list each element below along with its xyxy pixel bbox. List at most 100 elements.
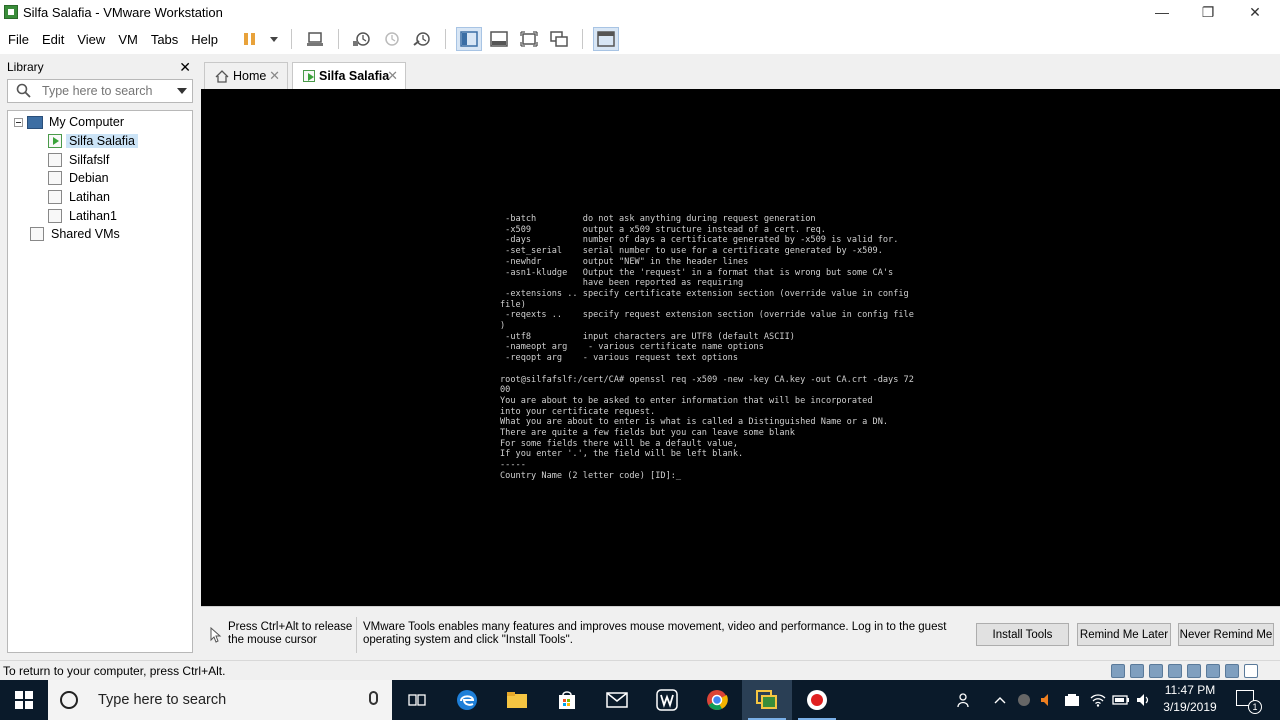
- install-tools-button[interactable]: Install Tools: [976, 623, 1069, 646]
- collapse-icon[interactable]: [14, 117, 23, 127]
- terminal-line: -set_serial serial number to use for a c…: [500, 246, 883, 257]
- mail-icon[interactable]: [592, 680, 642, 720]
- terminal-line: -utf8 input characters are UTF8 (default…: [500, 331, 795, 342]
- menu-vm[interactable]: VM: [113, 32, 143, 47]
- cortana-icon: [60, 691, 78, 709]
- taskbar-clock[interactable]: 11:47 PM 3/19/2019: [1150, 682, 1230, 716]
- terminal-line: -----: [500, 460, 526, 471]
- snapshot-icon[interactable]: [349, 27, 375, 51]
- tray-network-app-icon[interactable]: [1062, 680, 1082, 720]
- vm-console[interactable]: -batch do not ask anything during reques…: [201, 89, 1280, 606]
- start-button[interactable]: [0, 680, 48, 720]
- status-text: To return to your computer, press Ctrl+A…: [3, 664, 226, 678]
- unity-icon[interactable]: [546, 27, 572, 51]
- menu-file[interactable]: File: [3, 32, 34, 47]
- library-tree: My Computer Silfa Salafia Silfafslf Debi…: [7, 110, 193, 653]
- terminal-output: -batch do not ask anything during reques…: [500, 214, 914, 482]
- tree-label: Silfa Salafia: [66, 134, 139, 148]
- tree-item-vm[interactable]: Silfafslf: [48, 151, 112, 169]
- windows-logo-icon: [15, 691, 33, 709]
- maximize-button[interactable]: ❐: [1185, 0, 1231, 24]
- people-icon[interactable]: [954, 680, 976, 720]
- snapshot-manager-icon[interactable]: [409, 27, 435, 51]
- tree-label: Latihan: [69, 190, 111, 204]
- sound-card-icon[interactable]: [1187, 664, 1201, 678]
- tree-label: Silfafslf: [69, 153, 110, 167]
- terminal-line: If you enter '.', the field will be left…: [500, 449, 744, 460]
- never-remind-button[interactable]: Never Remind Me: [1178, 623, 1274, 646]
- library-search-input[interactable]: [42, 84, 162, 98]
- tree-item-vm[interactable]: Latihan: [48, 188, 113, 206]
- tray-volume-alert-icon[interactable]: [1036, 680, 1056, 720]
- remind-later-button[interactable]: Remind Me Later: [1077, 623, 1171, 646]
- tab-strip: Home ✕ Silfa Salafia ✕: [200, 62, 1280, 89]
- tray-app-icon[interactable]: [1014, 680, 1034, 720]
- microphone-icon[interactable]: [369, 691, 378, 705]
- terminal-line: -newhdr output "NEW" in the header lines: [500, 256, 749, 267]
- show-library-icon[interactable]: [456, 27, 483, 51]
- terminal-line: root@silfafslf:/cert/CA# openssl req -x5…: [500, 374, 914, 385]
- send-ctrl-alt-del-icon[interactable]: [302, 27, 328, 51]
- chrome-icon[interactable]: [692, 680, 742, 720]
- tree-label: My Computer: [49, 115, 125, 129]
- release-mouse-hint: Press Ctrl+Alt to release the mouse curs…: [228, 621, 353, 646]
- printer-icon[interactable]: [1206, 664, 1220, 678]
- minimize-button[interactable]: —: [1139, 0, 1185, 24]
- edge-icon[interactable]: [442, 680, 492, 720]
- dropdown-arrow-icon[interactable]: [267, 27, 281, 51]
- network-adapter-icon[interactable]: [1149, 664, 1163, 678]
- taskbar-search-box[interactable]: Type here to search: [48, 680, 392, 720]
- terminal-line: There are quite a few fields but you can…: [500, 428, 795, 439]
- usb-icon[interactable]: [1168, 664, 1182, 678]
- close-library-icon[interactable]: ✕: [179, 59, 191, 76]
- hard-disk-icon[interactable]: [1111, 664, 1125, 678]
- menu-help[interactable]: Help: [186, 32, 223, 47]
- home-icon: [215, 69, 229, 83]
- wattpad-icon[interactable]: [642, 680, 692, 720]
- window-title: Silfa Salafia - VMware Workstation: [23, 4, 223, 20]
- tree-item-vm[interactable]: Latihan1: [48, 207, 120, 225]
- full-screen-icon[interactable]: [516, 27, 542, 51]
- tree-item-my-computer[interactable]: My Computer: [14, 113, 127, 131]
- message-log-icon[interactable]: [1244, 664, 1258, 678]
- tab-vm[interactable]: Silfa Salafia ✕: [292, 62, 406, 89]
- terminal-line: -reqexts .. specify request extension se…: [500, 310, 914, 321]
- battery-icon[interactable]: [1110, 680, 1132, 720]
- menu-view[interactable]: View: [72, 32, 110, 47]
- vm-icon: [48, 209, 62, 223]
- menu-tabs[interactable]: Tabs: [146, 32, 183, 47]
- vmware-tools-banner: Press Ctrl+Alt to release the mouse curs…: [201, 606, 1280, 660]
- vmware-icon[interactable]: [742, 680, 792, 720]
- terminal-line: For some fields there will be a default …: [500, 438, 738, 449]
- vm-icon: [48, 153, 62, 167]
- display-icon[interactable]: [1225, 664, 1239, 678]
- tree-item-vm[interactable]: Silfa Salafia: [48, 132, 139, 150]
- store-icon[interactable]: [542, 680, 592, 720]
- tab-home[interactable]: Home ✕: [204, 62, 288, 89]
- tree-item-vm[interactable]: Debian: [48, 169, 112, 187]
- terminal-line: -days number of days a certificate gener…: [500, 235, 899, 246]
- menu-edit[interactable]: Edit: [37, 32, 69, 47]
- recorder-icon[interactable]: [792, 680, 842, 720]
- cd-rom-icon[interactable]: [1130, 664, 1144, 678]
- terminal-line: 00: [500, 385, 511, 396]
- terminal-line: -reqopt arg - various request text optio…: [500, 353, 738, 364]
- file-explorer-icon[interactable]: [492, 680, 542, 720]
- close-tab-icon[interactable]: ✕: [269, 68, 280, 84]
- thumbnail-bar-icon[interactable]: [486, 27, 512, 51]
- library-header: Library ✕: [0, 56, 200, 78]
- pause-icon[interactable]: [237, 27, 263, 51]
- library-search-box[interactable]: [7, 79, 193, 103]
- close-window-button[interactable]: ✕: [1232, 0, 1278, 24]
- task-view-icon[interactable]: [392, 680, 442, 720]
- shared-vms-icon: [30, 227, 44, 241]
- tab-label: Home: [233, 69, 267, 83]
- close-tab-icon[interactable]: ✕: [387, 68, 398, 84]
- show-hidden-icons-icon[interactable]: [990, 680, 1010, 720]
- search-dropdown-icon[interactable]: [177, 88, 187, 94]
- tree-item-shared-vms[interactable]: Shared VMs: [30, 225, 123, 243]
- terminal-line: file): [500, 299, 526, 310]
- wifi-icon[interactable]: [1088, 680, 1108, 720]
- console-view-icon[interactable]: [593, 27, 620, 51]
